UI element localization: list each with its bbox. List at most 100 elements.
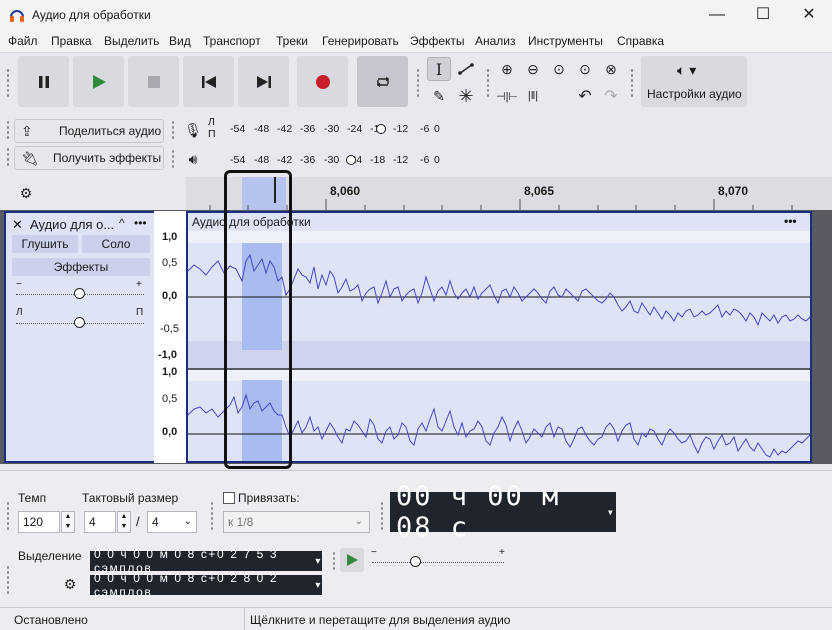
record-meter-button[interactable]: 🎙︎ xyxy=(181,118,205,142)
snap-select[interactable]: к 1/8 ⌄ xyxy=(223,511,370,533)
selection-tool-button[interactable]: I xyxy=(427,57,451,81)
toolbar-grip[interactable] xyxy=(6,565,10,595)
time-signature-denominator[interactable]: 4 ⌄ xyxy=(147,511,197,533)
toolbar-grip[interactable] xyxy=(210,501,214,531)
toolbar-grip[interactable] xyxy=(416,68,420,98)
track-name[interactable]: Аудио для о... xyxy=(30,217,114,232)
play-button[interactable] xyxy=(73,56,124,107)
pause-button[interactable] xyxy=(18,56,69,107)
fit-project-button[interactable]: ⊙ xyxy=(573,57,597,81)
close-button[interactable]: ✕ xyxy=(786,0,832,30)
menu-effects[interactable]: Эффекты xyxy=(410,34,465,48)
menu-transport[interactable]: Транспорт xyxy=(203,34,261,48)
zoom-out-button[interactable]: ⊖ xyxy=(521,57,545,81)
meter-level-handle[interactable] xyxy=(346,155,356,165)
playback-speed-slider[interactable] xyxy=(372,562,504,563)
share-icon: ⇪ xyxy=(21,122,33,139)
zoom-toggle-icon: ⊗ xyxy=(605,60,617,77)
time-display-value: 00 ч 00 м 08 с xyxy=(396,481,561,543)
fit-selection-button[interactable]: ⊙ xyxy=(547,57,571,81)
record-button[interactable] xyxy=(297,56,348,107)
menu-file[interactable]: Файл xyxy=(8,34,38,48)
toolbar-grip[interactable] xyxy=(171,149,175,169)
toolbar-grip[interactable] xyxy=(6,68,10,98)
share-audio-button[interactable]: ⇪ Поделиться аудио xyxy=(14,119,164,143)
toolbar-grip[interactable] xyxy=(380,501,384,531)
tempo-input[interactable]: 120 xyxy=(18,511,60,533)
timeline-settings-button[interactable]: ⚙ xyxy=(14,181,38,205)
meter-tick: -12 xyxy=(393,123,409,135)
skip-to-end-button[interactable] xyxy=(238,56,289,107)
undo-button[interactable]: ↶ xyxy=(573,84,597,108)
menu-generate[interactable]: Генерировать xyxy=(322,34,399,48)
share-audio-label: Поделиться аудио xyxy=(59,124,162,138)
meter-tick: -30 xyxy=(324,154,340,166)
maximize-button[interactable]: ☐ xyxy=(740,0,786,30)
zoom-toggle-button[interactable]: ⊗ xyxy=(599,57,623,81)
solo-button[interactable]: Соло xyxy=(82,235,150,253)
scale-label: 0,5 xyxy=(162,393,178,405)
menu-view[interactable]: Вид xyxy=(169,34,191,48)
toolbar-grip[interactable] xyxy=(6,501,10,531)
loop-button[interactable] xyxy=(357,56,408,107)
multi-tool-button[interactable]: ✳ xyxy=(454,84,478,108)
selection-end-field[interactable]: 0 0 ч 0 0 м 0 8 с+0 2 8 0 2 сэмплов ▾ xyxy=(90,571,322,599)
window-title: Аудио для обработки xyxy=(32,8,151,22)
snap-label: Привязать: xyxy=(238,491,300,505)
chevron-down-icon: ▾ xyxy=(606,505,616,519)
time-display[interactable]: 00 ч 00 м 08 с ▾ xyxy=(390,481,616,543)
menu-tools[interactable]: Инструменты xyxy=(528,34,603,48)
get-effects-button[interactable]: 🔌︎ Получить эффекты xyxy=(14,146,164,170)
toolbar-grip[interactable] xyxy=(486,68,490,98)
close-track-icon[interactable]: ✕ xyxy=(12,217,23,233)
time-signature-numerator[interactable]: 4 xyxy=(84,511,116,533)
minimize-button[interactable]: — xyxy=(694,0,740,30)
toolbar-grip[interactable] xyxy=(332,551,336,571)
stop-button[interactable] xyxy=(128,56,179,107)
track-effects-button[interactable]: Эффекты xyxy=(12,258,150,276)
playback-meter[interactable]: -54 -48 -42 -36 -30 -24 -18 -12 -6 0 xyxy=(208,148,444,172)
meter-level-handle[interactable] xyxy=(376,124,386,134)
chevron-down-icon: ▾ xyxy=(315,579,322,591)
meter-tick: -42 xyxy=(277,154,293,166)
snap-checkbox[interactable] xyxy=(223,492,235,504)
collapse-track-icon[interactable]: ^ xyxy=(119,216,125,230)
menu-select[interactable]: Выделить xyxy=(104,34,159,48)
draw-tool-button[interactable]: ✎ xyxy=(427,84,451,108)
selection-start-field[interactable]: 0 0 ч 0 0 м 0 8 с+0 2 7 5 3 сэмплов ▾ xyxy=(90,547,322,575)
trim-button[interactable]: ⊣|⊢ xyxy=(495,84,519,108)
speaker-icon: 🔊︎ xyxy=(188,150,198,167)
pan-slider-handle[interactable] xyxy=(74,317,85,328)
toolbar-grip[interactable] xyxy=(6,147,10,167)
redo-icon: ↷ xyxy=(604,88,618,105)
ruler-tick-label: 8,060 xyxy=(330,184,361,198)
menu-analyze[interactable]: Анализ xyxy=(475,34,516,48)
clip-menu-icon[interactable]: ••• xyxy=(784,214,797,228)
menu-help[interactable]: Справка xyxy=(617,34,664,48)
mute-button[interactable]: Глушить xyxy=(12,235,78,253)
meter-tick: -6 xyxy=(420,123,430,135)
tempo-stepper[interactable]: ▲ ▼ xyxy=(61,511,75,533)
record-meter[interactable]: Л П -54 -48 -42 -36 -30 -24 -18 -12 -6 0 xyxy=(208,116,444,141)
play-at-speed-button[interactable] xyxy=(340,548,364,572)
play-icon xyxy=(92,74,106,89)
menu-tracks[interactable]: Треки xyxy=(276,34,308,48)
toolbar-grip[interactable] xyxy=(171,120,175,140)
menu-edit[interactable]: Правка xyxy=(51,34,92,48)
audio-setup-button[interactable]: 🔈︎ ▾ Настройки аудио xyxy=(641,56,747,107)
playback-meter-button[interactable]: 🔊︎ xyxy=(181,147,205,171)
numerator-stepper[interactable]: ▲ ▼ xyxy=(117,511,131,533)
gain-slider-handle[interactable] xyxy=(74,288,85,299)
meter-channel-left: Л xyxy=(208,116,215,128)
envelope-tool-button[interactable] xyxy=(454,57,478,81)
playback-speed-handle[interactable] xyxy=(410,556,421,567)
toolbar-grip[interactable] xyxy=(630,68,634,98)
toolbar-grip[interactable] xyxy=(6,120,10,140)
skip-to-start-button[interactable] xyxy=(183,56,234,107)
silence-button[interactable]: |‖| xyxy=(521,84,545,108)
zoom-in-button[interactable]: ⊕ xyxy=(495,57,519,81)
ruler-tick-label: 8,065 xyxy=(524,184,555,198)
track-menu-icon[interactable]: ••• xyxy=(134,216,147,230)
redo-button[interactable]: ↷ xyxy=(599,84,623,108)
selection-settings-button[interactable]: ⚙ xyxy=(58,572,82,596)
